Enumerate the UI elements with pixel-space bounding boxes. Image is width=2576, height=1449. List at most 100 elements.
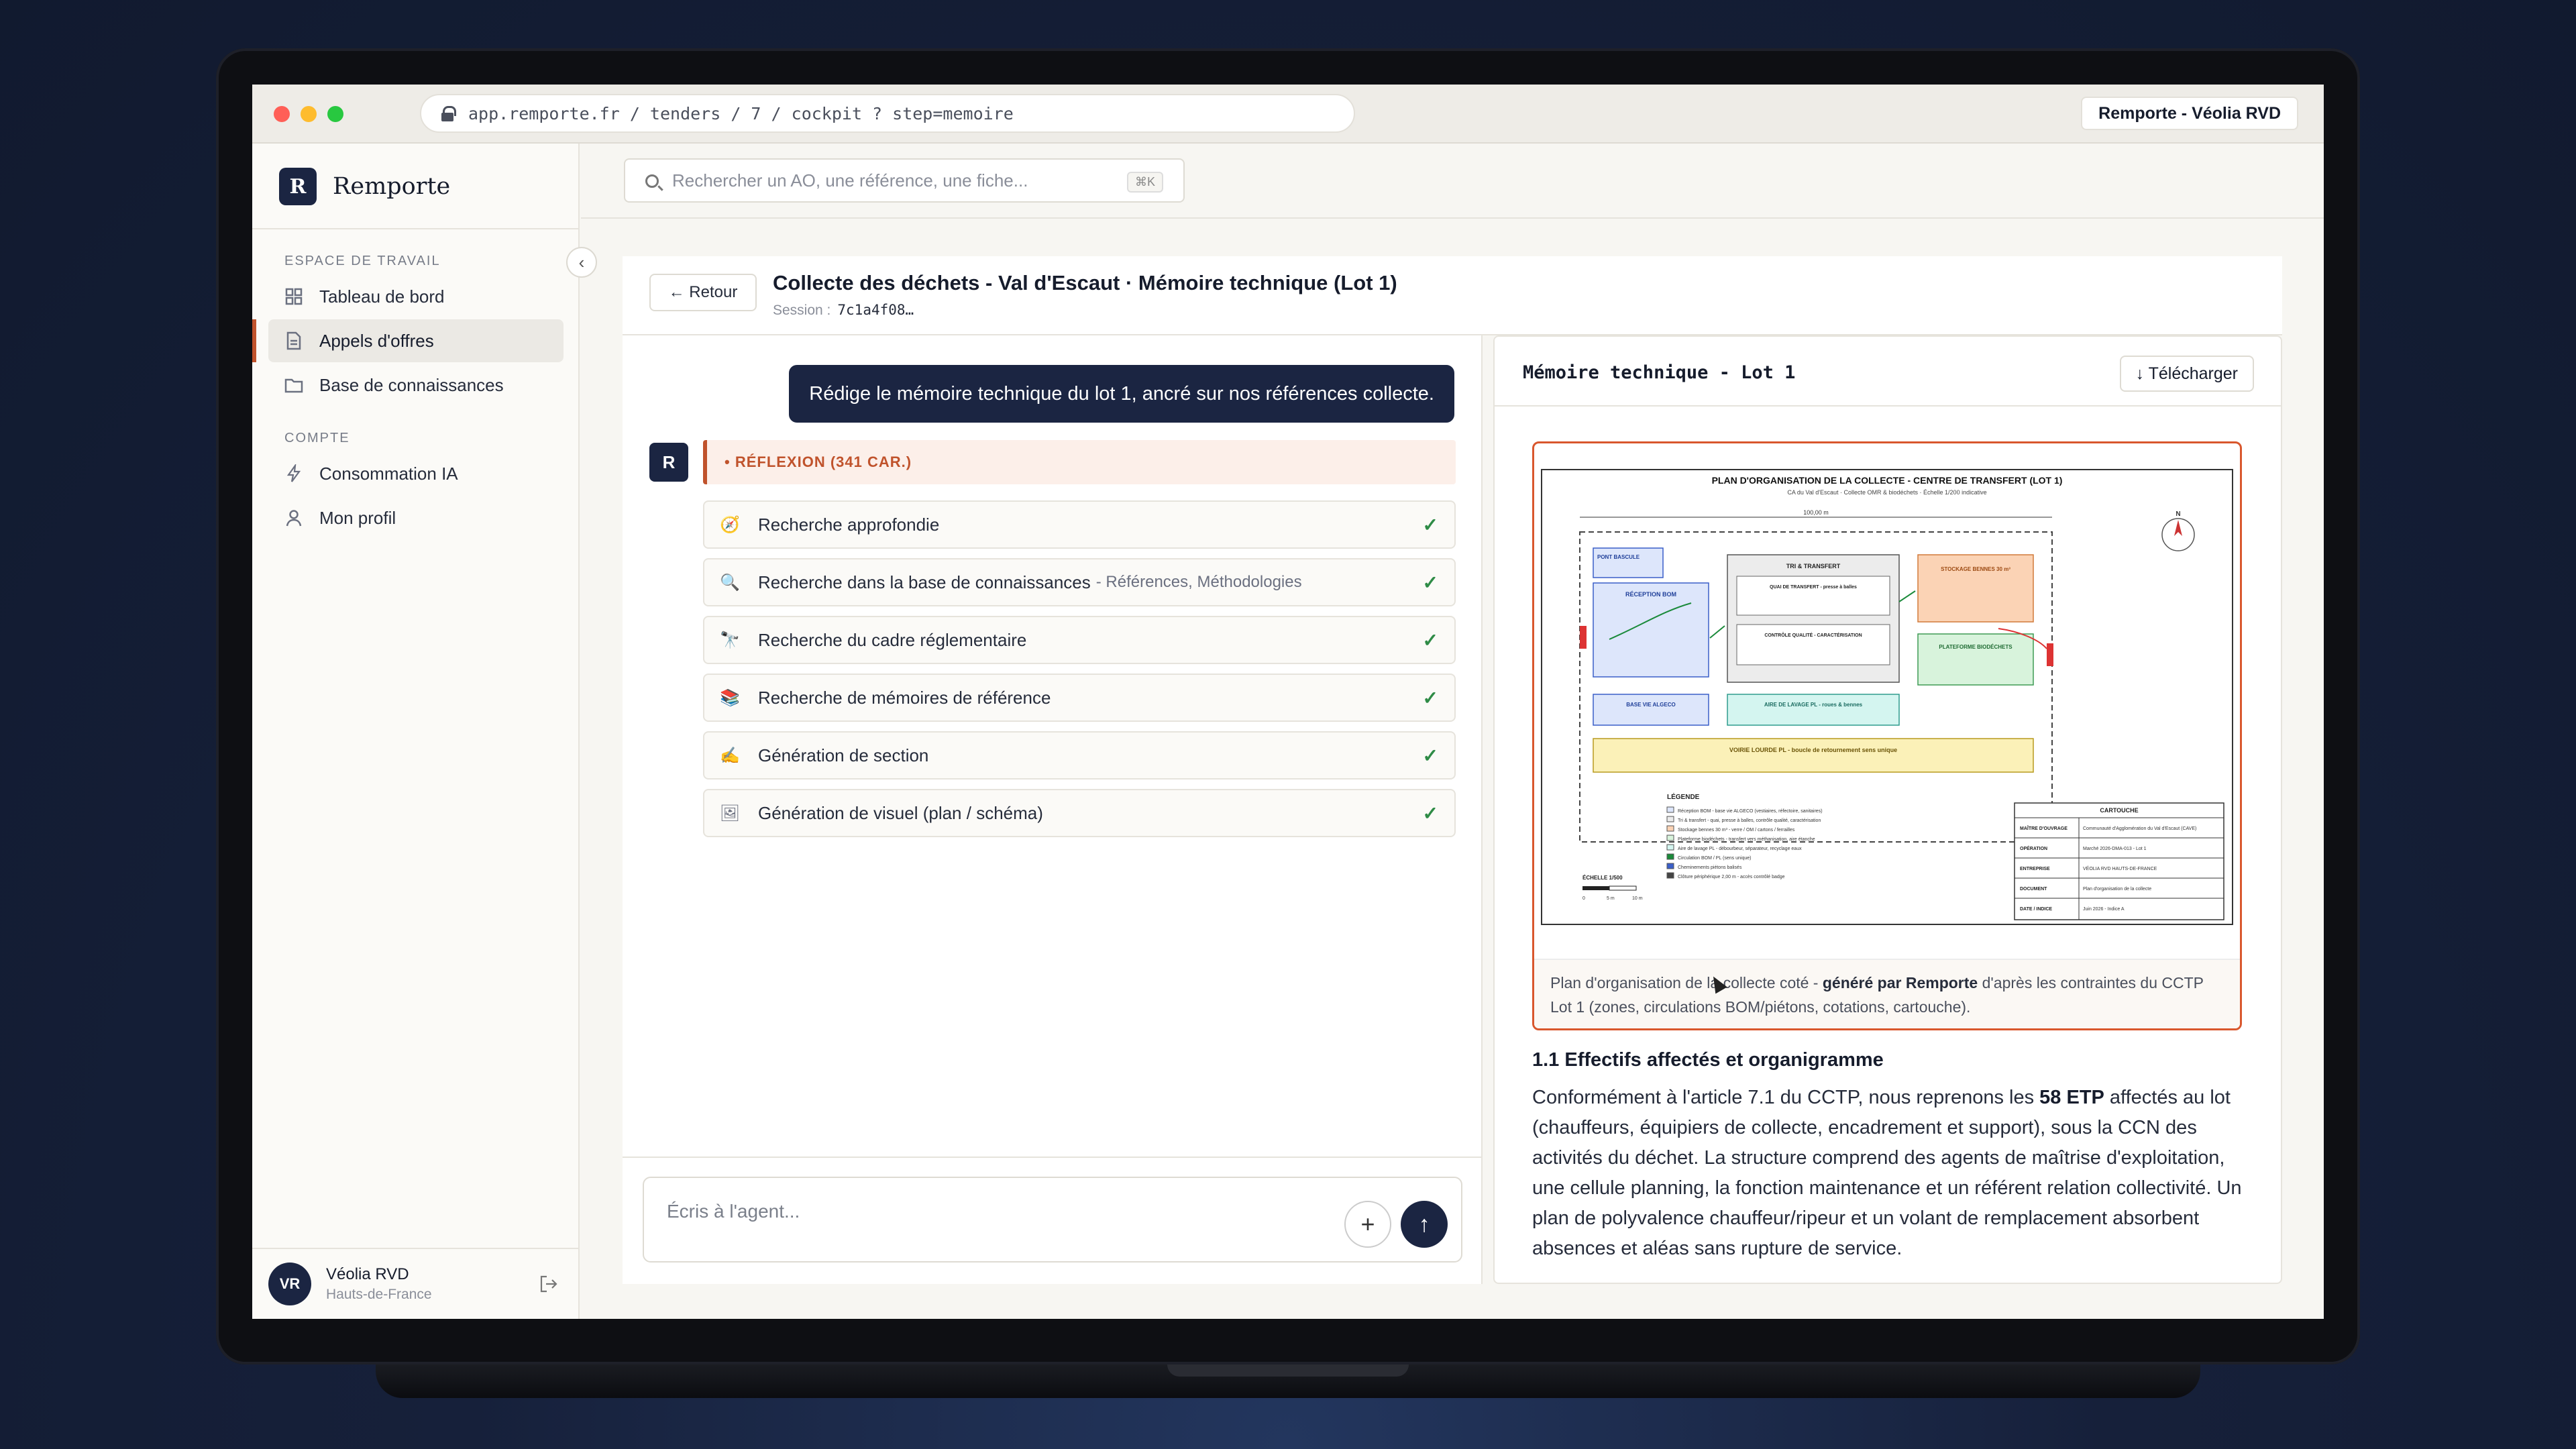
download-button[interactable]: ↓ Télécharger	[2119, 356, 2254, 392]
close-window-button[interactable]	[274, 106, 290, 122]
paragraph-text: Conformément à l'article 7.1 du CCTP, no…	[1532, 1087, 2040, 1108]
legend-swatch	[1666, 863, 1674, 869]
agent-step[interactable]: ✍ Génération de section ✓	[703, 731, 1456, 780]
scale-label: ÉCHELLE 1/500	[1582, 875, 1623, 881]
chat-panel: Rédige le mémoire technique du lot 1, an…	[623, 335, 1483, 1284]
cartouche-value: Juin 2026 - Indice A	[2083, 907, 2125, 912]
search-input[interactable]: Rechercher un AO, une référence, une fic…	[624, 158, 1185, 203]
agent-step[interactable]: 🧭 Recherche approfondie ✓	[703, 500, 1456, 549]
agent-step[interactable]: 🔭 Recherche du cadre réglementaire ✓	[703, 616, 1456, 664]
step-label: Recherche dans la base de connaissances	[758, 572, 1091, 592]
brand-name: Remporte	[333, 173, 451, 200]
legend-swatch	[1666, 872, 1674, 879]
zone-aire-lavage	[1727, 694, 1900, 726]
sidebar-item-tenders[interactable]: Appels d'offres	[268, 319, 564, 362]
divider	[252, 228, 580, 229]
legend-swatch	[1666, 806, 1674, 813]
zone-pont-bascule	[1593, 547, 1664, 578]
composer-placeholder: Écris à l'agent...	[667, 1201, 800, 1222]
brand[interactable]: R Remporte	[279, 168, 450, 205]
send-button[interactable]: ↑	[1401, 1201, 1448, 1248]
collapse-sidebar-button[interactable]: ‹	[566, 247, 597, 278]
workspace-section-label: ESPACE DE TRAVAIL	[284, 254, 441, 268]
top-bar: Rechercher un AO, une référence, une fic…	[581, 144, 2324, 219]
legend-item: Clôture périphérique 2,00 m - accès cont…	[1678, 875, 1785, 879]
legend-item: Plateforme biodéchets - transfert vers m…	[1678, 837, 1815, 842]
step-label: Génération de section	[758, 745, 929, 765]
page-header: ← Retour Collecte des déchets - Val d'Es…	[623, 256, 2282, 335]
attach-button[interactable]: +	[1344, 1201, 1391, 1248]
dimension-label: 100,00 m	[1803, 509, 1829, 516]
page-title: Collecte des déchets - Val d'Escaut · Mé…	[773, 271, 1397, 294]
cockpit-panel: ← Retour Collecte des déchets - Val d'Es…	[623, 256, 2282, 1284]
zone-label: BASE VIE ALGECO	[1626, 702, 1676, 708]
paragraph-bold: 58 ETP	[2039, 1087, 2104, 1108]
back-button[interactable]: ← Retour	[649, 274, 757, 311]
plan-figure[interactable]: PLAN D'ORGANISATION DE LA COLLECTE - CEN…	[1532, 441, 2242, 1030]
scale-tick: 5 m	[1607, 896, 1615, 901]
step-label: Recherche approfondie	[758, 514, 940, 535]
check-icon: ✓	[1422, 745, 1438, 766]
zone-label: TRI & TRANSFERT	[1786, 563, 1841, 570]
browser-chrome: app.remporte.fr / tenders / 7 / cockpit …	[252, 85, 2324, 144]
user-region: Hauts-de-France	[326, 1287, 432, 1302]
zone-controle	[1736, 624, 1890, 665]
zone-label: PLATEFORME BIODÉCHETS	[1939, 644, 2012, 650]
legend-swatch	[1666, 835, 1674, 841]
document-title: Mémoire technique - Lot 1	[1523, 362, 1796, 383]
search-icon: 🔍	[720, 573, 740, 592]
screen: app.remporte.fr / tenders / 7 / cockpit …	[252, 85, 2324, 1319]
legend-swatch	[1666, 816, 1674, 822]
legend-swatch	[1666, 844, 1674, 851]
exit-gate	[2047, 643, 2053, 666]
step-label: Recherche de mémoires de référence	[758, 687, 1051, 708]
session-label: Session :	[773, 303, 831, 318]
section-heading: 1.1 Effectifs affectés et organigramme	[1532, 1049, 1884, 1071]
logout-icon[interactable]	[539, 1275, 558, 1298]
url-bar[interactable]: app.remporte.fr / tenders / 7 / cockpit …	[420, 94, 1355, 133]
step-sublabel: - Références, Méthodologies	[1095, 573, 1302, 591]
legend-item: Cheminements piétons balisés	[1678, 865, 1742, 870]
cartouche-key: DOCUMENT	[2020, 887, 2047, 892]
brand-logo: R	[279, 168, 317, 205]
circulation-arrow	[1709, 625, 1725, 639]
chevron-left-icon: ‹	[578, 252, 585, 272]
zone-label: PONT BASCULE	[1597, 554, 1640, 560]
cartouche-key: DATE / INDICE	[2020, 907, 2052, 912]
plan-title: PLAN D'ORGANISATION DE LA COLLECTE - CEN…	[1712, 475, 2063, 486]
plan-subtitle: CA du Val d'Escaut · Collecte OMR & biod…	[1787, 489, 1986, 496]
paragraph-text: affectés au lot (chauffeurs, équipiers d…	[1532, 1087, 2242, 1259]
user-message: Rédige le mémoire technique du lot 1, an…	[789, 365, 1454, 423]
agent-step[interactable]: 🔍 Recherche dans la base de connaissance…	[703, 558, 1456, 606]
zone-label: QUAI DE TRANSFERT - presse à balles	[1770, 585, 1857, 590]
maximize-window-button[interactable]	[327, 106, 343, 122]
sidebar-item-label: Base de connaissances	[319, 374, 504, 395]
user-block[interactable]: VR Véolia RVD Hauts-de-France	[252, 1248, 580, 1319]
active-indicator	[252, 319, 256, 362]
sidebar-item-knowledge-base[interactable]: Base de connaissances	[268, 364, 564, 407]
reflection-toggle[interactable]: • RÉFLEXION (341 CAR.)	[703, 440, 1456, 484]
legend-item: Tri & transfert - quai, presse à balles,…	[1678, 818, 1821, 823]
plus-icon: +	[1360, 1210, 1375, 1238]
sidebar-item-dashboard[interactable]: Tableau de bord	[268, 275, 564, 318]
cartouche-value: Communauté d'Agglomération du Val d'Esca…	[2083, 826, 2196, 831]
zone-label: STOCKAGE BENNES 30 m³	[1941, 566, 2010, 572]
url-text: app.remporte.fr / tenders / 7 / cockpit …	[468, 103, 1014, 123]
sidebar-item-ai-usage[interactable]: Consommation IA	[268, 452, 564, 495]
legend-title: LÉGENDE	[1667, 792, 1700, 801]
agent-step[interactable]: 🖼 Génération de visuel (plan / schéma) ✓	[703, 789, 1456, 837]
zone-label: AIRE DE LAVAGE PL - roues & bennes	[1764, 702, 1863, 708]
cartouche	[2014, 802, 2224, 920]
agent-step[interactable]: 📚 Recherche de mémoires de référence ✓	[703, 674, 1456, 722]
step-label: Génération de visuel (plan / schéma)	[758, 802, 1043, 823]
minimize-window-button[interactable]	[301, 106, 317, 122]
check-icon: ✓	[1422, 803, 1438, 824]
tenant-badge[interactable]: Remporte - Véolia RVD	[2081, 97, 2298, 130]
search-placeholder: Rechercher un AO, une référence, une fic…	[672, 170, 1028, 191]
message-composer[interactable]: Écris à l'agent... + ↑	[643, 1177, 1462, 1263]
sidebar-item-profile[interactable]: Mon profil	[268, 496, 564, 539]
user-name: Véolia RVD	[326, 1265, 409, 1283]
document-panel: Mémoire technique - Lot 1 ↓ Télécharger …	[1493, 335, 2282, 1284]
user-icon	[284, 508, 303, 527]
folder-icon	[284, 376, 303, 394]
